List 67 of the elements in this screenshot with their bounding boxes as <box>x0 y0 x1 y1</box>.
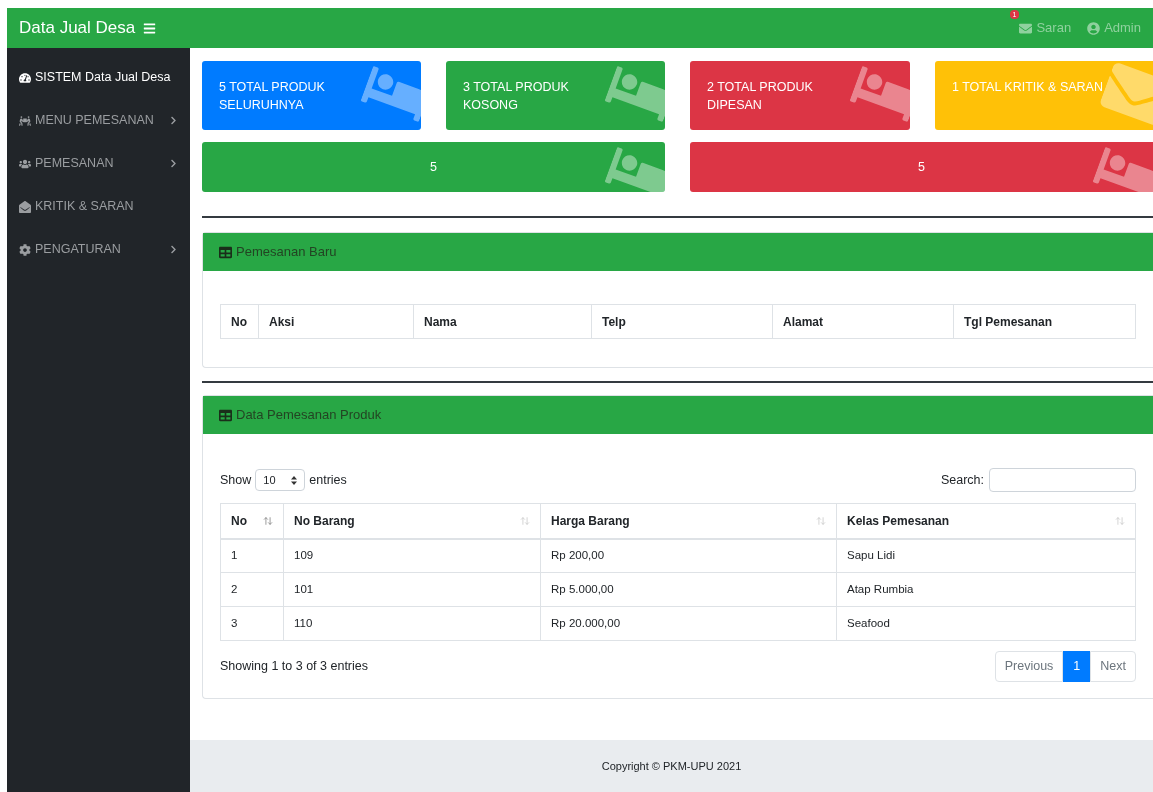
pagination-button[interactable]: Previous <box>994 651 1064 682</box>
menu-icon[interactable] <box>143 21 157 35</box>
table-cell: 109 <box>283 538 541 573</box>
table-cell: 3 <box>220 606 284 641</box>
card-value: 5 <box>430 158 437 176</box>
sidebar-item[interactable]: PEMESANAN <box>7 142 190 185</box>
mail-icon <box>1019 21 1033 35</box>
page-size-select[interactable]: 10 <box>255 469 306 491</box>
table-cell: Rp 200,00 <box>540 538 837 573</box>
table-cell: 110 <box>283 606 541 641</box>
table-cell: Rp 20.000,00 <box>540 606 837 641</box>
search-field[interactable] <box>989 468 1136 492</box>
sidebar-icon <box>19 243 31 256</box>
card-label: KOSONG <box>463 97 519 114</box>
sidebar-item[interactable]: MENU PEMESANAN <box>7 99 190 142</box>
chevron-icon <box>169 245 178 254</box>
sort-icon <box>520 515 530 526</box>
select-arrows-icon <box>291 475 298 485</box>
card-label: 1 TOTAL KRITIK & SARAN <box>952 79 1104 96</box>
table-cell: 2 <box>220 572 284 607</box>
sort-icon <box>263 515 273 526</box>
table-cell: Rp 5.000,00 <box>540 572 837 607</box>
chevron-icon <box>169 116 178 125</box>
card-label: 2 TOTAL PRODUK <box>707 79 814 96</box>
table-info: Showing 1 to 3 of 3 entries <box>220 658 368 676</box>
column-header: Tgl Pemesanan <box>953 304 1136 339</box>
sidebar-item[interactable]: PENGATURAN <box>7 228 190 271</box>
chevron-icon <box>169 159 178 168</box>
sort-icon <box>816 515 826 526</box>
brand-title[interactable]: Data Jual Desa <box>19 15 136 41</box>
table-icon <box>219 408 232 422</box>
table-cell: 101 <box>283 572 541 607</box>
search-label: Search: <box>940 471 984 489</box>
show-label: Show <box>220 471 252 489</box>
column-header: Aksi <box>258 304 414 339</box>
column-header[interactable]: Harga Barang <box>540 503 837 539</box>
column-header: Nama <box>413 304 592 339</box>
sidebar-icon <box>19 71 31 84</box>
pagination-button[interactable]: 1 <box>1063 651 1091 682</box>
column-header[interactable]: No Barang <box>283 503 541 539</box>
sidebar-item[interactable]: SISTEM Data Jual Desa <box>7 56 190 99</box>
card-label: 3 TOTAL PRODUK <box>463 79 570 96</box>
card-value: 5 <box>918 158 925 176</box>
column-header: Telp <box>591 304 773 339</box>
table-icon <box>219 245 232 259</box>
sidebar-item[interactable]: KRITIK & SARAN <box>7 185 190 228</box>
column-header[interactable]: Kelas Pemesanan <box>836 503 1136 539</box>
copyright-text: Copyright © PKM-UPU 2021 <box>601 758 742 774</box>
panel-title: Data Pemesanan Produk <box>236 406 382 425</box>
sort-icon <box>1115 515 1125 526</box>
column-header: Alamat <box>772 304 954 339</box>
column-header[interactable]: No <box>220 503 284 539</box>
table-cell: Atap Rumbia <box>836 572 1136 607</box>
sidebar-icon <box>19 200 31 213</box>
table-cell: Sapu Lidi <box>836 538 1136 573</box>
table-cell: 1 <box>220 538 284 573</box>
user-icon <box>1087 21 1101 35</box>
card-label: SELURUHNYA <box>219 97 305 114</box>
column-header: No <box>220 304 259 339</box>
panel-title: Pemesanan Baru <box>236 243 337 262</box>
pagination-button[interactable]: Next <box>1090 651 1136 682</box>
card-label: DIPESAN <box>707 97 763 114</box>
sidebar-icon <box>19 114 31 127</box>
card-label: 5 TOTAL PRODUK <box>219 79 326 96</box>
entries-label: entries <box>309 471 347 489</box>
sidebar-icon <box>19 157 31 170</box>
table-cell: Seafood <box>836 606 1136 641</box>
